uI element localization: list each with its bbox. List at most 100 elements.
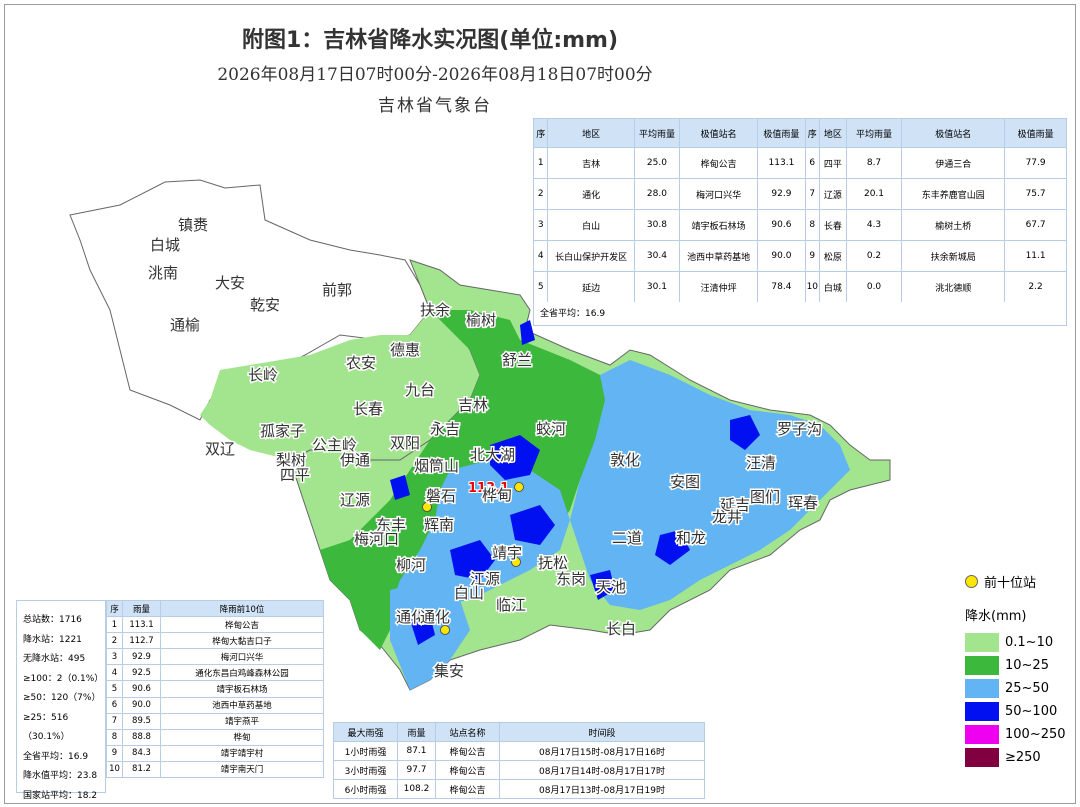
table-cell: 87.1: [397, 741, 436, 761]
table-cell: 20.1: [845, 178, 903, 210]
table-cell: 延边: [547, 271, 635, 303]
place-label: 永吉: [430, 420, 460, 438]
province-average: 全省平均：16.9: [533, 302, 1067, 326]
table-cell: 10: [804, 271, 820, 303]
place-label: 罗子沟: [777, 420, 822, 438]
table-cell: 靖宇燕平: [160, 712, 324, 730]
place-label: 白城: [150, 236, 180, 254]
legend-swatch: [965, 702, 999, 721]
legend-item: 50~100: [965, 701, 1075, 722]
place-label: 辉南: [424, 516, 454, 534]
table-cell: 08月17日14时-08月17日17时: [499, 760, 705, 780]
place-label: 安图: [670, 473, 700, 491]
table-cell: 7: [106, 712, 123, 730]
time-period: 2026年08月17日07时00分-2026年08月18日07时00分: [217, 65, 653, 85]
place-label: 柳河: [396, 556, 426, 574]
table-cell: 靖宇南天门: [160, 760, 324, 779]
table-row: 5 90.6 靖宇板石林场: [106, 680, 324, 698]
table-row: 8 88.8 桦甸: [106, 728, 324, 746]
table-cell: 11.1: [1004, 240, 1067, 272]
place-label: 双辽: [205, 440, 235, 458]
place-label: 四平: [280, 466, 310, 484]
table-cell: 桦甸公吉: [435, 760, 500, 780]
legend-swatch: [965, 725, 999, 744]
place-label: 天池: [596, 578, 626, 596]
place-label: 梅河口: [354, 530, 399, 548]
table-cell: 8: [106, 728, 123, 746]
table-cell: 白城: [818, 271, 847, 303]
table-cell: 25.0: [633, 147, 681, 179]
table-header-row: 序 地区 平均雨量 极值站名 极值雨量 序 地区 平均雨量 极值站名 极值雨量: [532, 118, 1067, 148]
max-rain-intensity-table: 最大雨强 雨量 站点名称 时间段 1小时雨强 87.1 桦甸公吉 08月17日15时-…: [333, 722, 705, 799]
table-cell: 靖宇板石林场: [160, 680, 324, 698]
lightblue-zone-east: [570, 360, 850, 610]
legend-label: 100~250: [1005, 727, 1066, 742]
table-cell: 4: [532, 240, 549, 272]
table-cell: 松原: [818, 240, 847, 272]
table-row: 6 90.0 池西中草药基地: [106, 696, 324, 714]
table-cell: 77.9: [1004, 147, 1067, 179]
place-label: 集安: [434, 662, 464, 680]
col-header: 序: [532, 118, 549, 148]
table-cell: 9: [106, 744, 123, 762]
map-legend: 前十位站 降水(mm) 0.1~10 10~25 25~50 50~100 10…: [965, 572, 1075, 770]
table-row: 1 吉林 25.0 桦甸公吉 113.1 6 四平 8.7 伊通三合 77.9: [532, 147, 1067, 179]
table-cell: 84.3: [122, 744, 161, 762]
table-cell: 67.7: [1004, 209, 1067, 241]
table-cell: 113.1: [122, 616, 161, 634]
table-cell: 90.0: [757, 240, 806, 272]
place-label: 长白: [606, 620, 636, 638]
place-label: 北大湖: [470, 446, 515, 464]
top10-stations-table: 序 雨量 降雨前10位 1 113.1 桦甸公吉 2 112.7 桦甸大黏吉口子 3 92…: [106, 599, 324, 779]
place-label: 长春: [353, 400, 383, 418]
place-label: 孤家子: [260, 422, 305, 440]
col-header: 雨量: [122, 599, 161, 618]
table-cell: 2: [106, 632, 123, 650]
table-cell: 伊通三合: [901, 147, 1006, 179]
stat-line: 无降水站：495: [23, 654, 86, 664]
stat-line: 降水站：1221: [23, 634, 82, 645]
legend-label: 25~50: [1005, 681, 1049, 696]
place-label: 龙井: [712, 508, 742, 526]
legend-label: ≥250: [1005, 750, 1041, 765]
table-cell: 桦甸公吉: [160, 616, 324, 634]
table-cell: 1: [106, 616, 123, 634]
col-header: 序: [804, 118, 820, 148]
place-label: 和龙: [676, 529, 706, 547]
table-cell: 靖宇板石林场: [679, 209, 759, 241]
place-label: 通化: [420, 608, 450, 626]
table-header-row: 最大雨强 雨量 站点名称 时间段: [333, 722, 705, 742]
place-label: 通榆: [170, 316, 200, 334]
table-cell: 97.7: [397, 760, 436, 780]
col-header: 平均雨量: [633, 118, 681, 148]
table-cell: 92.9: [122, 648, 161, 666]
place-label: 汪清: [746, 454, 776, 472]
place-label: 图们: [750, 488, 780, 506]
table-cell: 92.5: [122, 664, 161, 682]
stat-line: ≥25：516（30.1%）: [23, 712, 70, 743]
table-cell: 扶余新城局: [901, 240, 1006, 272]
table-cell: 3: [106, 648, 123, 666]
col-header: 极值站名: [679, 118, 759, 148]
table-cell: 0.0: [845, 271, 903, 303]
table-row: 1小时雨强 87.1 桦甸公吉 08月17日15时-08月17日16时: [333, 741, 705, 761]
table-cell: 5: [106, 680, 123, 698]
table-cell: 2: [532, 178, 549, 210]
table-cell: 1: [532, 147, 549, 179]
table-cell: 长春: [818, 209, 847, 241]
table-cell: 112.7: [122, 632, 161, 650]
table-row: 4 92.5 通化东昌白鸡峰森林公园: [106, 664, 324, 682]
table-cell: 池西中草药基地: [160, 696, 324, 714]
table-cell: 113.1: [757, 147, 806, 179]
table-cell: 辽源: [818, 178, 847, 210]
col-header: 地区: [818, 118, 847, 148]
table-cell: 08月17日15时-08月17日16时: [499, 741, 705, 761]
place-label: 镇赉: [178, 216, 208, 234]
table-cell: 90.6: [122, 680, 161, 698]
table-row: 3 白山 30.8 靖宇板石林场 90.6 8 长春 4.3 榆树土桥 67.7: [532, 209, 1067, 241]
legend-swatch: [965, 656, 999, 675]
stat-line: 国家站平均：18.2: [23, 790, 98, 801]
col-header: 极值雨量: [1004, 118, 1067, 148]
table-row: 2 通化 28.0 梅河口兴华 92.9 7 辽源 20.1 东丰养鹿官山园 75.7: [532, 178, 1067, 210]
place-label: 长岭: [248, 366, 278, 384]
